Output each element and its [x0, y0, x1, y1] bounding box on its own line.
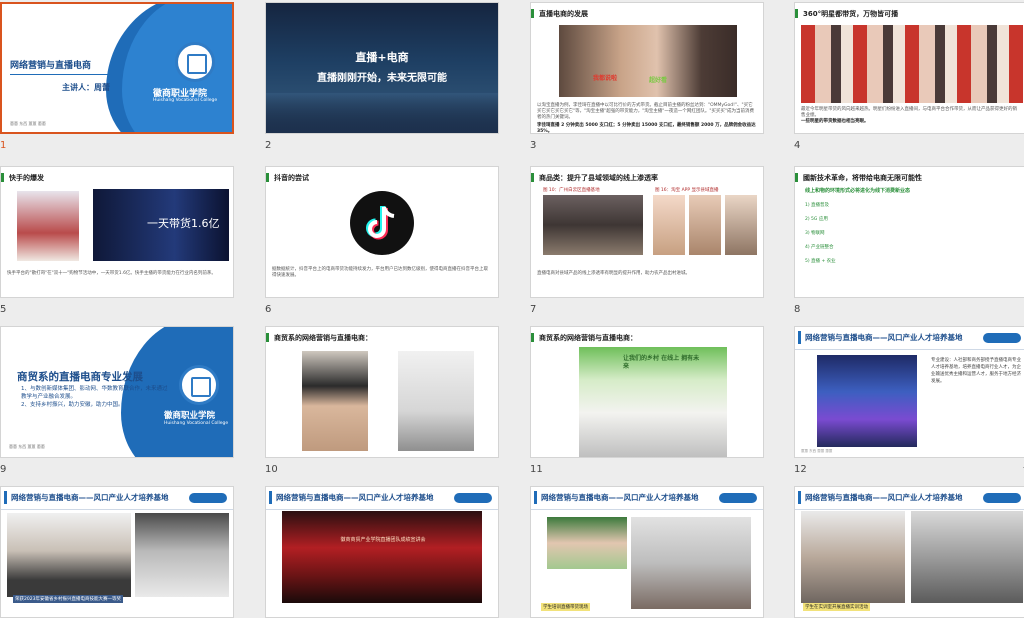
slide-number: 11 [530, 464, 543, 475]
group-photo [801, 511, 905, 603]
slide-title: 商品类：提升了县域领域的线上渗透率 [539, 174, 658, 182]
slide-12[interactable]: 网络营销与直播电商——风口产业人才培养基地 专业建设：人社部和商务部授予直播电商… [794, 326, 1024, 475]
slide-10[interactable]: 商贸系的网络营销与直播电商： 10 [265, 326, 505, 475]
slide-number: 5 [0, 304, 7, 315]
slide-number: 2 [265, 140, 272, 151]
slide-title: 商贸系的网络营销与直播电商： [539, 334, 637, 342]
slide-subline: 直播刚刚开始，未来无限可能 [317, 73, 447, 84]
slide-14[interactable]: 网络营销与直播电商——风口产业人才培养基地 徽商商贸产业学院直播团队成绩宣讲会 [265, 486, 505, 618]
app-screenshot [653, 195, 685, 255]
slide-number: 8 [794, 304, 801, 315]
slide-title: 國新技术革命，将带给电商无限可能性 [803, 174, 922, 182]
school-logo [189, 493, 227, 503]
slide-title: 网络营销与直播电商——风口产业人才培养基地 [276, 493, 434, 502]
students-photo [631, 517, 751, 609]
slide-title: 直播电商的发展 [539, 10, 588, 18]
slide-title: 商贸系的直播电商专业发展 [17, 371, 143, 383]
slide-title: 网络营销与直播电商——风口产业人才培养基地 [11, 493, 169, 502]
slide-number: 10 [265, 464, 278, 475]
school-logo [175, 42, 215, 82]
slide-title: 抖音的尝试 [274, 174, 309, 182]
slide-15[interactable]: 网络营销与直播电商——风口产业人才培养基地 学生培训直播带货现场 [530, 486, 770, 618]
slide-8[interactable]: 國新技术革命，将带给电商无限可能性 线上和物的环境形式必将进化为线下消费新业态 … [794, 166, 1024, 315]
slide-title: 360°明星都带货，万物皆可播 [803, 10, 899, 18]
slide-number: 12 [794, 464, 807, 475]
slide-7[interactable]: 商品类：提升了县域领域的线上渗透率 图 10：广州白云区直播基地 图 16：淘宝… [530, 166, 770, 315]
slide-13[interactable]: 网络营销与直播电商——风口产业人才培养基地 荣获2023年安徽省乡村振兴直播电商… [0, 486, 240, 618]
slide-title: 网络营销与直播电商——风口产业人才培养基地 [805, 493, 963, 502]
slide-number: 6 [265, 304, 272, 315]
school-logo [983, 333, 1021, 343]
slide-6[interactable]: 抖音的尝试 据数据统计，抖音平台上的电商带货功能持续发力，平台用户已达到数亿级别… [265, 166, 505, 315]
slide-5[interactable]: 快手的爆发 一天带货1.6亿 快手平台的"散打哥"在"双十一"购物节活动中，一天… [0, 166, 240, 315]
slide-headline: 直播+电商 [355, 51, 409, 64]
school-logo [454, 493, 492, 503]
slide-16[interactable]: 网络营销与直播电商——风口产业人才培养基地 学生在实训室开展直播实训活动 [794, 486, 1024, 618]
celebrity-collage [801, 25, 1023, 103]
award-photo [7, 513, 131, 597]
slide-number: 4 [794, 140, 801, 151]
livestream-hall-photo [543, 195, 643, 255]
slide-title: 商贸系的网络营销与直播电商： [274, 334, 372, 342]
studio-photo [911, 511, 1023, 603]
slide-3[interactable]: 直播电商的发展 我都说啦 超好看 以淘宝直播为例，李佳琦在直播中以可比行价的方式… [530, 2, 770, 151]
slide-number: 7 [530, 304, 537, 315]
slide-number: 9 [0, 464, 7, 475]
tiktok-logo [350, 191, 414, 255]
slide-number: 3 [530, 140, 537, 151]
slide-number: 1 [0, 140, 7, 151]
school-logo [179, 365, 219, 405]
phone-screenshots [17, 191, 79, 261]
slide-11[interactable]: 商贸系的网络营销与直播电商： 让我们的乡村 在线上 拥有未来 11 [530, 326, 770, 475]
school-logo [719, 493, 757, 503]
poster-photo [817, 355, 917, 447]
studio-photo [135, 513, 229, 597]
studio-photo [398, 351, 474, 451]
presenter: 主讲人：周蕾 [62, 83, 110, 92]
livestream-photo [559, 25, 737, 97]
city-skyline [266, 93, 498, 133]
slide-title: 快手的爆发 [9, 174, 44, 182]
school-logo [983, 493, 1021, 503]
slide-2[interactable]: 直播+电商 直播刚刚开始，未来无限可能 2 [265, 2, 505, 151]
slide-4[interactable]: 360°明星都带货，万物皆可播 最近今年明星带货的风向越来越热。明星们纷纷进入直… [794, 2, 1024, 151]
livestream-screen-photo [547, 517, 627, 569]
slide-9[interactable]: 商贸系的直播电商专业发展 1、与数创新媒体集团、影动网、华数教育联合作，未来通过… [0, 326, 240, 475]
livestream-phone-photo [302, 351, 368, 451]
slide-1[interactable]: 网络营销与直播电商 主讲人：周蕾 徽商职业学院 Huishang Vocatio… [0, 2, 240, 151]
slide-title: 网络营销与直播电商 [10, 61, 92, 71]
auditorium-photo [282, 511, 482, 603]
slide-title: 网络营销与直播电商——风口产业人才培养基地 [805, 333, 963, 342]
slide-title: 网络营销与直播电商——风口产业人才培养基地 [541, 493, 699, 502]
